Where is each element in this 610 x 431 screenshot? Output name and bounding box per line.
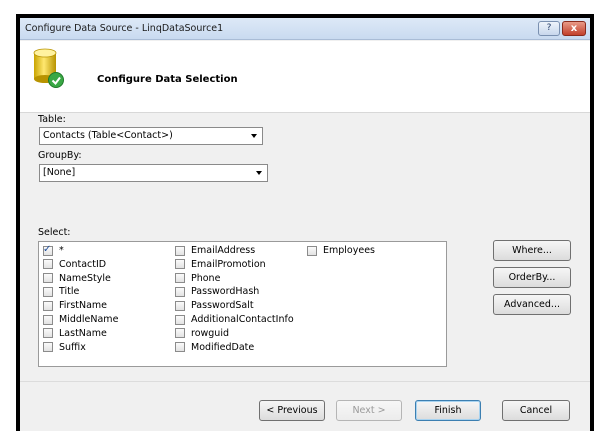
field-checkbox-item[interactable]: Title xyxy=(43,285,79,298)
field-label: LastName xyxy=(59,327,107,339)
field-label: rowguid xyxy=(191,327,229,339)
field-label: FirstName xyxy=(59,300,108,312)
checkbox[interactable] xyxy=(175,259,185,270)
checkbox[interactable]: ✓ xyxy=(43,243,53,256)
field-label: AdditionalContactInfo xyxy=(191,314,294,325)
field-checkbox-item[interactable]: Phone xyxy=(175,272,220,285)
where-button[interactable]: Where... xyxy=(493,240,571,261)
groupby-dropdown-value: [None] xyxy=(43,167,76,178)
field-label: MiddleName xyxy=(59,314,119,325)
field-label: Phone xyxy=(191,272,221,284)
field-checkbox-item[interactable]: rowguid xyxy=(175,327,229,340)
checkbox[interactable] xyxy=(43,300,53,311)
cancel-button[interactable]: Cancel xyxy=(502,400,570,421)
checkbox[interactable] xyxy=(175,286,185,297)
field-label: Title xyxy=(59,286,80,298)
checkbox[interactable] xyxy=(43,328,53,339)
field-checkbox-item[interactable]: Suffix xyxy=(43,341,86,354)
field-checkbox-item[interactable]: LastName xyxy=(43,327,107,340)
field-checkbox-item[interactable]: NameStyle xyxy=(43,272,111,285)
table-label: Table: xyxy=(38,114,66,125)
checkbox[interactable] xyxy=(43,273,53,284)
orderby-button[interactable]: OrderBy... xyxy=(493,267,571,288)
groupby-label: GroupBy: xyxy=(38,150,82,161)
next-button[interactable]: Next > xyxy=(336,400,402,421)
finish-button[interactable]: Finish xyxy=(415,400,481,421)
help-button[interactable]: ? xyxy=(538,21,560,36)
field-checkbox-item[interactable]: EmailPromotion xyxy=(175,258,266,271)
checkbox[interactable] xyxy=(43,286,53,297)
field-checkbox-item[interactable]: AdditionalContactInfo xyxy=(175,313,294,326)
chevron-down-icon xyxy=(251,134,257,138)
table-dropdown[interactable]: Contacts (Table<Contact>) xyxy=(39,127,263,145)
field-label: PasswordHash xyxy=(191,286,260,298)
checkmark-icon: ✓ xyxy=(43,243,52,255)
field-label: * xyxy=(59,245,64,256)
select-fields-list[interactable]: ✓ * ContactID NameStyle Title FirstName Middle… xyxy=(38,241,447,367)
page-title: Configure Data Selection xyxy=(97,74,238,85)
field-label: NameStyle xyxy=(59,272,111,284)
checkbox[interactable] xyxy=(307,245,317,256)
field-label: PasswordSalt xyxy=(191,300,254,312)
advanced-button[interactable]: Advanced... xyxy=(493,294,571,315)
table-dropdown-value: Contacts (Table<Contact>) xyxy=(43,130,173,141)
field-checkbox-item[interactable]: ContactID xyxy=(43,258,106,271)
previous-button[interactable]: < Previous xyxy=(259,400,325,421)
field-label: Suffix xyxy=(59,341,86,353)
title-bar: Configure Data Source - LinqDataSource1 … xyxy=(20,18,590,40)
groupby-dropdown[interactable]: [None] xyxy=(39,164,268,182)
checkbox[interactable] xyxy=(43,342,53,353)
field-checkbox-item[interactable]: EmailAddress xyxy=(175,244,255,257)
field-checkbox-item[interactable]: FirstName xyxy=(43,299,107,312)
checkbox[interactable] xyxy=(43,314,53,325)
configure-data-source-dialog: Configure Data Source - LinqDataSource1 … xyxy=(20,18,590,431)
field-label: ModifiedDate xyxy=(191,341,255,353)
chevron-down-icon xyxy=(256,171,262,175)
field-checkbox-item[interactable]: MiddleName xyxy=(43,313,118,326)
field-checkbox-item[interactable]: PasswordSalt xyxy=(175,299,254,312)
field-checkbox-item[interactable]: ✓ * xyxy=(43,244,64,257)
database-icon xyxy=(32,47,66,91)
close-button[interactable]: x xyxy=(562,21,586,36)
checkbox[interactable] xyxy=(43,259,53,270)
checkbox[interactable] xyxy=(175,314,185,325)
field-checkbox-item[interactable]: Employees xyxy=(307,244,375,257)
footer-divider xyxy=(20,381,590,382)
field-checkbox-item[interactable]: ModifiedDate xyxy=(175,341,254,354)
checkbox[interactable] xyxy=(175,300,185,311)
field-checkbox-item[interactable]: PasswordHash xyxy=(175,285,259,298)
field-label: Employees xyxy=(323,245,375,256)
checkbox[interactable] xyxy=(175,273,185,284)
wizard-header: Configure Data Selection xyxy=(20,41,590,113)
checkbox[interactable] xyxy=(175,245,185,256)
field-label: ContactID xyxy=(59,258,107,270)
select-label: Select: xyxy=(38,227,71,238)
field-label: EmailAddress xyxy=(191,245,256,256)
field-label: EmailPromotion xyxy=(191,258,266,270)
checkbox[interactable] xyxy=(175,342,185,353)
checkbox[interactable] xyxy=(175,328,185,339)
window-title: Configure Data Source - LinqDataSource1 xyxy=(25,23,224,34)
